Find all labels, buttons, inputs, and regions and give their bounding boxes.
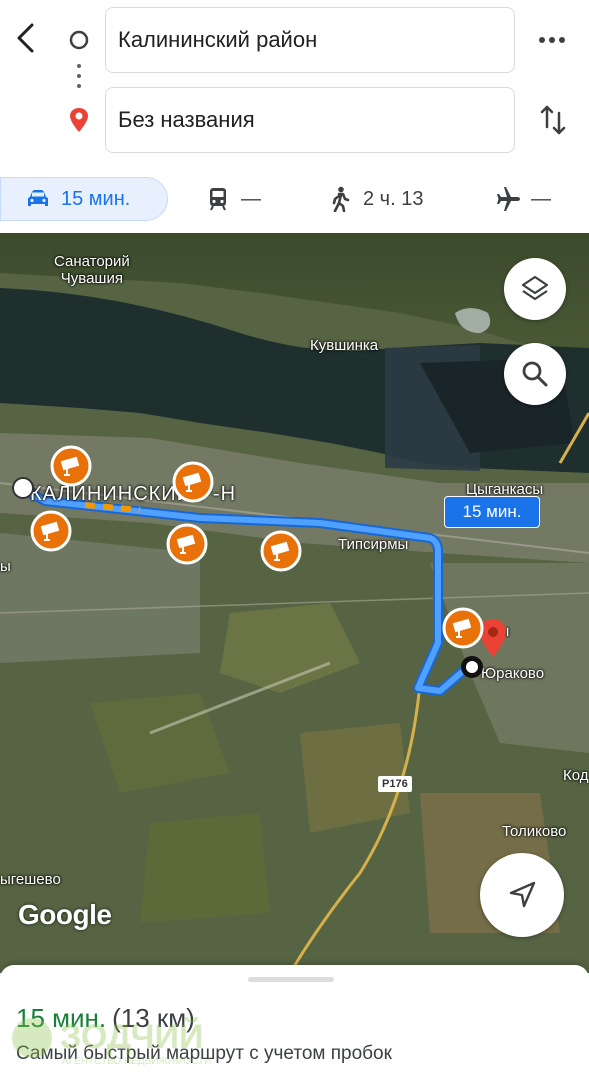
map-search-button[interactable]: [504, 343, 566, 405]
origin-input[interactable]: Калининский район: [105, 7, 515, 73]
mode-walk[interactable]: 2 ч. 13: [327, 177, 423, 221]
speed-camera-icon[interactable]: [260, 530, 302, 572]
mode-transit[interactable]: —: [205, 177, 261, 221]
svg-text:ЗОДЧИЙ: ЗОДЧИЙ: [60, 1017, 203, 1056]
route-connector: [69, 30, 89, 132]
swap-vertical-icon: [540, 105, 566, 135]
map-view[interactable]: Санаторий Чувашия Кувшинка КАЛИНИНСКИЙ Р…: [0, 233, 589, 973]
airplane-icon: [495, 186, 521, 212]
mode-drive-label: 15 мин.: [61, 187, 131, 210]
speed-camera-icon[interactable]: [166, 523, 208, 565]
destination-input[interactable]: Без названия: [105, 87, 515, 153]
route-end-marker: [461, 656, 483, 678]
train-icon: [205, 186, 231, 212]
speed-camera-icon[interactable]: [172, 461, 214, 503]
map-label-sanatorium: Санаторий Чувашия: [54, 253, 130, 287]
road-shield: Р176: [378, 776, 412, 792]
navigation-arrow-icon: [509, 881, 536, 908]
more-options-button[interactable]: [532, 22, 572, 58]
speed-camera-icon[interactable]: [30, 510, 72, 552]
mode-walk-label: 2 ч. 13: [363, 187, 424, 210]
walk-icon: [327, 186, 353, 212]
map-label-yurakovo: Юраково: [481, 665, 545, 682]
start-navigation-button[interactable]: [480, 853, 564, 937]
travel-modes: 15 мин. — 2 ч. 13 —: [0, 177, 589, 221]
mode-flight-label: —: [531, 187, 551, 210]
watermark-logo: ЗОДЧИЙ АГЕНТСТВО НЕДВИЖИМОСТИ: [12, 1017, 211, 1067]
mode-transit-label: —: [241, 187, 261, 210]
google-attribution: Google: [18, 899, 112, 930]
back-button[interactable]: [8, 20, 44, 56]
more-horizontal-icon: [539, 37, 565, 43]
speed-camera-icon[interactable]: [50, 445, 92, 487]
map-label-tolikovo: Толиково: [502, 823, 567, 840]
map-label-kod: Код: [563, 767, 589, 784]
layers-icon: [521, 275, 549, 301]
route-duration-badge[interactable]: 15 мин.: [444, 496, 540, 528]
layers-button[interactable]: [504, 258, 566, 320]
sheet-drag-handle[interactable]: [248, 977, 334, 982]
svg-text:АГЕНТСТВО НЕДВИЖИМОСТИ: АГЕНТСТВО НЕДВИЖИМОСТИ: [62, 1056, 211, 1067]
map-label-kuvshinka: Кувшинка: [310, 337, 379, 354]
route-start-marker: [12, 477, 34, 499]
search-icon: [522, 361, 548, 387]
directions-panel: Калининский район Без названия 15 мин. —…: [0, 0, 589, 233]
map-label-tipsirmy: Типсирмы: [338, 536, 409, 553]
mode-drive[interactable]: 15 мин.: [0, 177, 168, 221]
swap-button[interactable]: [534, 100, 572, 140]
location-pin-icon: [70, 108, 88, 132]
origin-circle-icon: [69, 30, 89, 50]
car-icon: [25, 186, 51, 212]
map-label-edge: ы: [0, 558, 11, 575]
arrow-back-icon: [17, 23, 34, 53]
mode-flight[interactable]: —: [495, 177, 551, 221]
speed-camera-icon[interactable]: [442, 607, 484, 649]
map-label-sanatorium-text: Санаторий Чувашия: [54, 253, 130, 287]
map-label-ygeshevo: ыгешево: [0, 871, 61, 888]
